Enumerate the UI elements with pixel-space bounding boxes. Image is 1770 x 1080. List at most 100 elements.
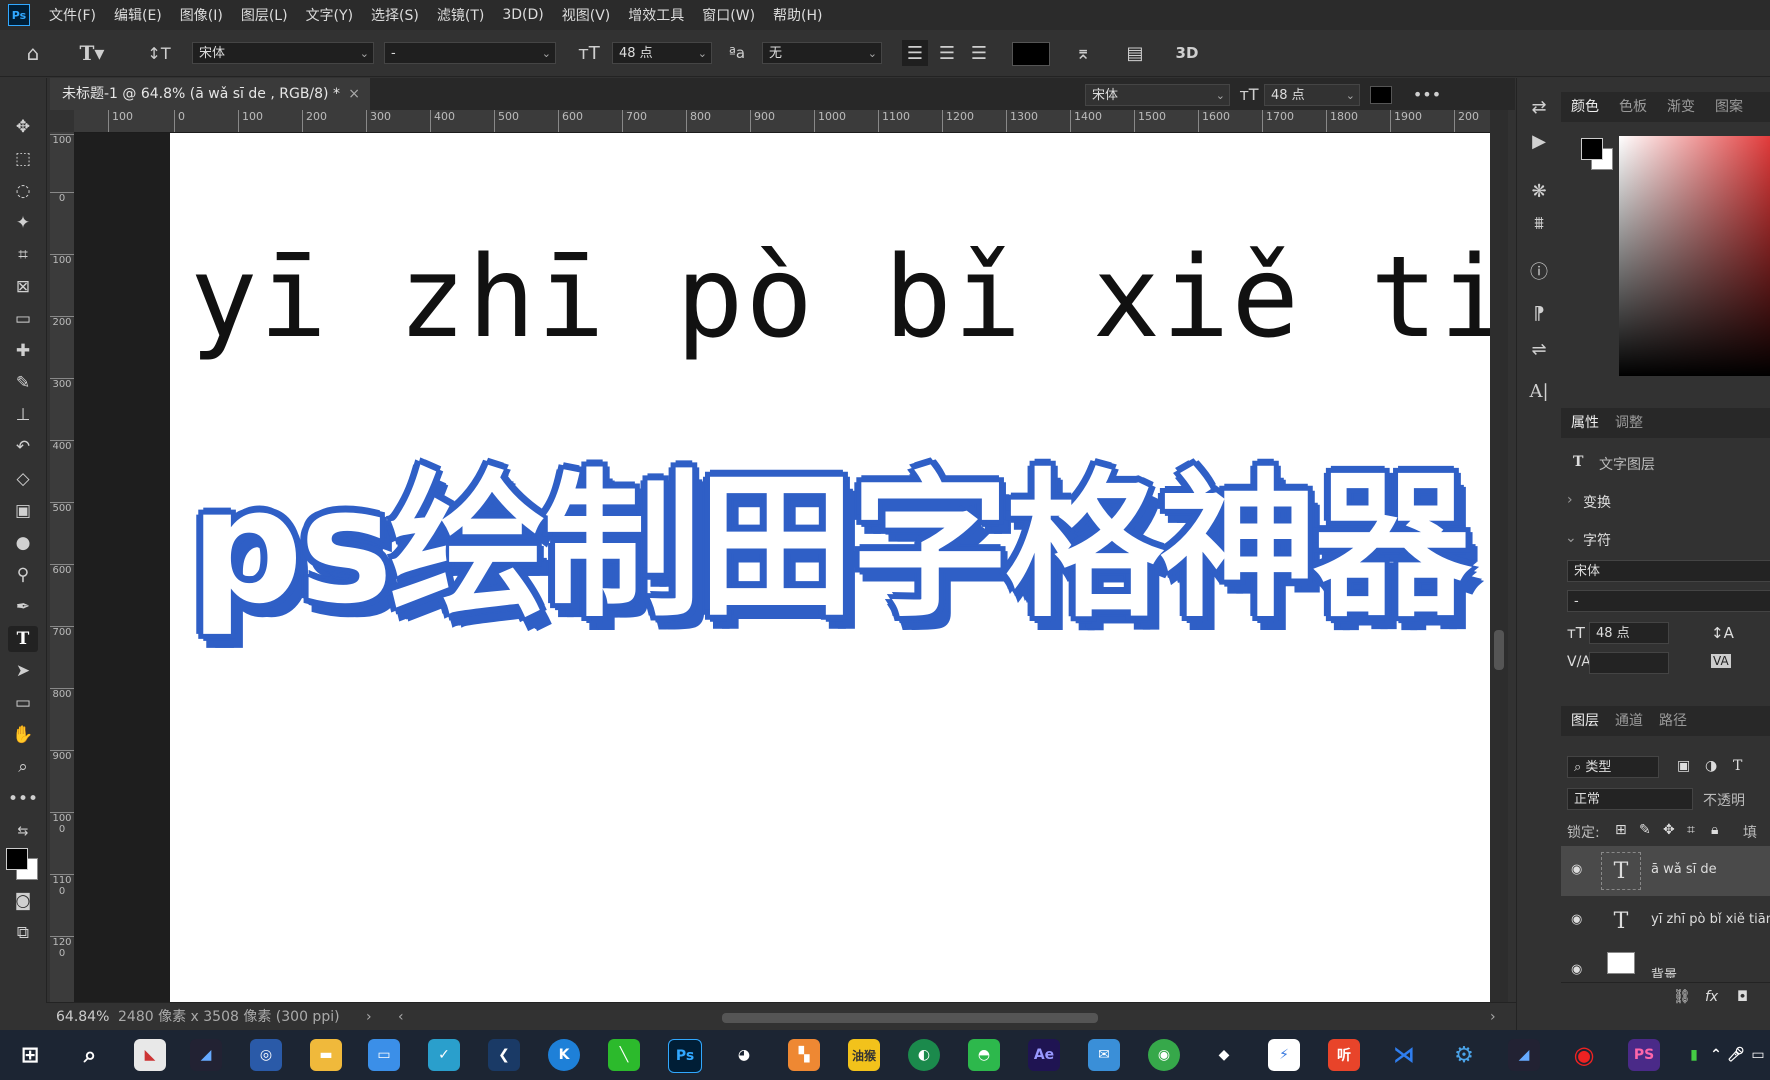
link-layers-icon[interactable]: ⛓ <box>1673 989 1691 1005</box>
menu-image[interactable]: 图像(I) <box>171 5 232 25</box>
menu-edit[interactable]: 编辑(E) <box>105 5 171 25</box>
horizontal-scroll-thumb[interactable] <box>722 1013 1098 1023</box>
screen-mode-icon[interactable]: ⧉ <box>8 920 38 946</box>
blend-mode-select[interactable]: 正常 <box>1567 788 1693 810</box>
frame-tool-icon[interactable]: ⊠ <box>8 274 38 300</box>
magic-wand-tool-icon[interactable]: ✦ <box>8 210 38 236</box>
layer-name[interactable]: 背景 <box>1651 964 1677 978</box>
font-family-select-2[interactable]: 宋体 ⌄ <box>1085 84 1230 106</box>
character-section[interactable]: 字符 <box>1583 530 1611 550</box>
layer-row[interactable]: ◉ T ā wǎ sī de <box>1561 846 1770 896</box>
edit-toolbar-icon[interactable]: ••• <box>8 786 38 812</box>
app-icon[interactable]: ◉ <box>1148 1039 1180 1071</box>
3d-button[interactable]: 3D <box>1170 30 1204 76</box>
crop-tool-icon[interactable]: ⌗ <box>8 242 38 268</box>
lock-all-icon[interactable]: 🔒︎ <box>1711 822 1718 838</box>
gradient-tool-icon[interactable]: ▣ <box>8 498 38 524</box>
app-icon[interactable]: ✉ <box>1088 1039 1120 1071</box>
brush-tool-icon[interactable]: ✎ <box>8 370 38 396</box>
character-panel-icon[interactable]: ▤ <box>1120 30 1150 76</box>
app-icon[interactable]: ✓ <box>428 1039 460 1071</box>
hand-tool-icon[interactable]: ✋ <box>8 722 38 748</box>
app-icon[interactable]: ◢ <box>1508 1039 1540 1071</box>
ruler-tool-icon[interactable]: ▭ <box>8 306 38 332</box>
layer-name[interactable]: yī zhī pò bǐ xiě tiān <box>1651 912 1770 927</box>
document-tab[interactable]: 未标题-1 @ 64.8% (ā wǎ sī de , RGB/8) * × <box>50 78 370 110</box>
add-mask-icon[interactable]: ◘ <box>1737 989 1748 1005</box>
settings-gear-icon[interactable]: ⚙ <box>1448 1039 1480 1071</box>
battery-icon[interactable]: ▮ <box>1684 1039 1704 1071</box>
app-icon[interactable]: ◎ <box>250 1039 282 1071</box>
vertical-scrollbar[interactable] <box>1490 110 1508 1002</box>
menu-file[interactable]: 文件(F) <box>40 5 105 25</box>
menu-help[interactable]: 帮助(H) <box>764 5 831 25</box>
character-size-field[interactable]: 48 点 <box>1589 622 1669 644</box>
app-icon[interactable]: ╲ <box>608 1039 640 1071</box>
filter-type-icon[interactable]: T <box>1733 758 1742 774</box>
font-family-select[interactable]: 宋体 ⌄ <box>192 42 374 64</box>
app-icon[interactable]: ◆ <box>1208 1039 1240 1071</box>
file-explorer-icon[interactable]: ▬ <box>310 1039 342 1071</box>
scroll-right-icon[interactable]: › <box>1490 1003 1496 1031</box>
history-panel-icon[interactable]: ⇄ <box>1524 92 1554 122</box>
info-icon[interactable]: ⓘ <box>1524 256 1554 286</box>
tab-gradients[interactable]: 渐变 <box>1667 92 1695 122</box>
transform-chevron-icon[interactable]: › <box>1567 492 1573 508</box>
scroll-left-icon[interactable]: ‹ <box>398 1003 404 1031</box>
color-foreground-swatch[interactable] <box>1581 138 1603 160</box>
actions-play-icon[interactable]: ▶ <box>1524 126 1554 156</box>
wps-pdf-icon[interactable]: ◣ <box>134 1039 166 1071</box>
zoom-level[interactable]: 64.84% <box>56 1003 109 1031</box>
ting-app-icon[interactable]: 听 <box>1328 1039 1360 1071</box>
menu-type[interactable]: 文字(Y) <box>297 5 362 25</box>
layer-name[interactable]: ā wǎ sī de <box>1651 862 1717 877</box>
visibility-eye-icon[interactable]: ◉ <box>1571 962 1582 977</box>
visibility-eye-icon[interactable]: ◉ <box>1571 862 1582 877</box>
move-tool-icon[interactable]: ✥ <box>8 114 38 140</box>
brushes-icon[interactable]: ⩩ <box>1524 208 1554 238</box>
marquee-tool-icon[interactable]: ⬚ <box>8 146 38 172</box>
path-selection-tool-icon[interactable]: ➤ <box>8 658 38 684</box>
vscode-icon[interactable]: ⋊ <box>1388 1039 1420 1071</box>
more-options-icon[interactable]: ••• <box>1412 78 1442 110</box>
layer-filter-select[interactable]: ⌕ 类型 <box>1567 756 1659 778</box>
app-icon[interactable]: ◢ <box>190 1039 222 1071</box>
tab-channels[interactable]: 通道 <box>1615 706 1643 736</box>
photoshop-taskbar-icon[interactable]: Ps <box>668 1039 702 1073</box>
history-brush-tool-icon[interactable]: ↶ <box>8 434 38 460</box>
character-font-field[interactable]: 宋体 <box>1567 560 1770 582</box>
foreground-color-swatch[interactable] <box>6 848 28 870</box>
align-center-icon[interactable]: ☰ <box>934 30 960 76</box>
align-left-icon[interactable]: ☰ <box>902 40 928 66</box>
tray-chevron-icon[interactable]: ⌃ <box>1706 1039 1726 1071</box>
font-size-field[interactable]: 48 点 ⌄ <box>612 42 712 64</box>
stamp-tool-icon[interactable]: ⊥ <box>8 402 38 428</box>
eraser-tool-icon[interactable]: ◇ <box>8 466 38 492</box>
record-icon[interactable]: ◉ <box>1568 1039 1600 1071</box>
tab-color[interactable]: 颜色 <box>1571 92 1599 122</box>
menu-window[interactable]: 窗口(W) <box>693 5 764 25</box>
lock-transparent-icon[interactable]: ⊞ <box>1615 822 1627 838</box>
blur-tool-icon[interactable]: ● <box>8 530 38 556</box>
pen-tool-icon[interactable]: ✒ <box>8 594 38 620</box>
text-color-swatch[interactable] <box>1012 42 1050 66</box>
app-icon[interactable]: ⚡ <box>1268 1039 1300 1071</box>
brush-settings-icon[interactable]: ❋ <box>1524 176 1554 206</box>
network-icon[interactable]: ▭ <box>1748 1039 1768 1071</box>
text-orientation-icon[interactable]: ↕T <box>144 30 174 76</box>
menu-select[interactable]: 选择(S) <box>362 5 428 25</box>
swap-colors-icon[interactable]: ⇆ <box>8 818 38 844</box>
app-icon[interactable]: ▚ <box>788 1039 820 1071</box>
close-tab-icon[interactable]: × <box>348 78 360 110</box>
quick-mask-icon[interactable]: ◙ <box>8 888 38 914</box>
info-chevron-icon[interactable]: › <box>366 1003 372 1031</box>
lasso-tool-icon[interactable]: ◌ <box>8 178 38 204</box>
filter-adjust-icon[interactable]: ◑ <box>1705 758 1717 774</box>
app-icon[interactable]: ❮ <box>488 1039 520 1071</box>
filter-pixel-icon[interactable]: ▣ <box>1677 758 1690 774</box>
anti-alias-select[interactable]: 无 ⌄ <box>762 42 882 64</box>
tab-paths[interactable]: 路径 <box>1659 706 1687 736</box>
menu-3d[interactable]: 3D(D) <box>493 7 552 23</box>
tampermonkey-icon[interactable]: 油猴 <box>848 1039 880 1071</box>
after-effects-icon[interactable]: Ae <box>1028 1039 1060 1071</box>
